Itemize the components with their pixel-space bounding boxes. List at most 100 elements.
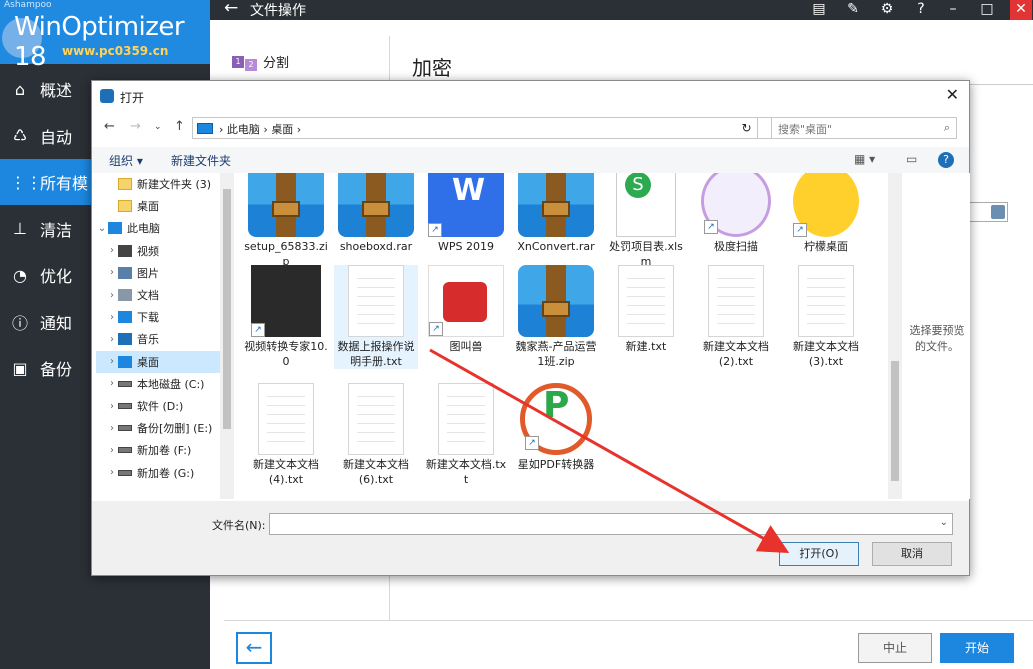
file-item[interactable]: 新建.txt	[604, 265, 688, 354]
file-item[interactable]: P ↗ 星如PDF转换器	[514, 383, 598, 472]
file-item[interactable]: XnConvert.rar	[514, 173, 598, 254]
tree-item[interactable]: › 音乐	[96, 328, 228, 350]
file-item[interactable]: 魏家燕-产品运营1班.zip	[514, 265, 598, 369]
file-scroll-thumb[interactable]	[891, 361, 899, 481]
file-name: 魏家燕-产品运营1班.zip	[515, 340, 597, 368]
back-arrow-icon[interactable]: ←	[224, 0, 238, 18]
preview-pane-icon[interactable]: ▭	[906, 152, 917, 166]
archive-file-icon	[338, 173, 414, 237]
chevron-right-icon[interactable]: ›	[106, 467, 118, 478]
home-icon: ⌂	[14, 79, 26, 99]
search-icon[interactable]: ⌕	[944, 121, 950, 135]
file-item[interactable]: 新建文本文档(3).txt	[784, 265, 868, 369]
module-item-split[interactable]: 1 2 分割	[232, 52, 289, 71]
chevron-right-icon[interactable]: ›	[106, 334, 118, 345]
browse-icon[interactable]	[991, 205, 1005, 219]
tree-item[interactable]: › 新加卷 (G:)	[96, 462, 228, 484]
address-bar[interactable]: › 此电脑 › 桌面 › ⌄	[192, 117, 829, 139]
sidebar-item-label: 备份	[40, 360, 73, 379]
file-item[interactable]: 数据上报操作说明手册.txt	[334, 265, 418, 369]
page-title: 文件操作	[250, 3, 306, 19]
file-item[interactable]: ↗ 图叫兽	[424, 265, 508, 354]
breadcrumb-this-pc[interactable]: 此电脑	[227, 123, 260, 136]
tree-item[interactable]: › 图片	[96, 262, 228, 284]
tree-item[interactable]: › 本地磁盘 (C:)	[96, 373, 228, 395]
organize-button[interactable]: 组织 ▾	[109, 152, 143, 169]
file-item[interactable]: 新建文本文档(2).txt	[694, 265, 778, 369]
start-button[interactable]: 开始	[940, 633, 1014, 663]
wolf-file-icon: ↗	[701, 173, 771, 237]
file-name: 星如PDF转换器	[517, 458, 595, 471]
chevron-right-icon[interactable]: ›	[106, 356, 118, 367]
chevron-right-icon[interactable]: ›	[106, 423, 118, 434]
file-item[interactable]: W ↗ WPS 2019	[424, 173, 508, 254]
tree-item[interactable]: › 桌面	[96, 350, 228, 373]
filename-input[interactable]: ⌄	[269, 513, 953, 535]
main-title: 加密	[412, 56, 452, 80]
recent-dropdown-icon[interactable]: ⌄	[154, 122, 162, 132]
tree-item[interactable]: › 视频	[96, 240, 228, 262]
minimize-icon[interactable]: –	[942, 0, 964, 20]
back-button[interactable]: ←	[236, 632, 272, 664]
file-item[interactable]: 新建文本文档(4).txt	[244, 383, 328, 487]
file-item[interactable]: 新建文本文档(6).txt	[334, 383, 418, 487]
chat-icon[interactable]: ▤	[808, 0, 830, 20]
background-file-field[interactable]	[968, 202, 1008, 222]
file-item[interactable]: setup_65833.zip	[244, 173, 328, 269]
breadcrumb-desktop[interactable]: 桌面	[271, 123, 293, 136]
file-item[interactable]: ↗ 极度扫描	[694, 173, 778, 254]
tree-item[interactable]: › 软件 (D:)	[96, 395, 228, 417]
forward-icon[interactable]: →	[130, 119, 141, 134]
drive-icon	[118, 380, 132, 387]
file-scrollbar[interactable]	[888, 173, 902, 499]
chevron-right-icon[interactable]: ›	[106, 401, 118, 412]
chevron-down-icon[interactable]: ⌄	[96, 223, 108, 234]
new-folder-button[interactable]: 新建文件夹	[171, 152, 231, 169]
help-icon[interactable]: ?	[910, 0, 932, 20]
automation-icon: ♺	[12, 126, 28, 145]
note-icon[interactable]: ✎	[842, 0, 864, 20]
tree-item[interactable]: 新建文件夹 (3)	[96, 173, 228, 195]
file-item[interactable]: 新建文本文档.txt	[424, 383, 508, 487]
tree-item[interactable]: › 文档	[96, 284, 228, 306]
split-icon-part: 2	[245, 58, 257, 71]
refresh-icon[interactable]: ↻	[736, 117, 758, 139]
view-options-icon[interactable]: ▦ ▾	[854, 152, 875, 166]
back-icon[interactable]: ←	[104, 119, 115, 134]
file-item[interactable]: shoeboxd.rar	[334, 173, 418, 254]
filename-dropdown-icon[interactable]: ⌄	[940, 517, 948, 528]
tree-item[interactable]: › 新加卷 (F:)	[96, 439, 228, 461]
stop-button[interactable]: 中止	[858, 633, 932, 663]
chevron-right-icon[interactable]: ›	[106, 245, 118, 256]
cancel-button[interactable]: 取消	[872, 542, 952, 566]
gear-icon[interactable]: ⚙	[876, 0, 898, 20]
module-item-label: 分割	[263, 56, 290, 71]
shortcut-arrow-icon: ↗	[704, 220, 718, 234]
dialog-toolbar: 组织 ▾ 新建文件夹 ▦ ▾ ▭ ?	[92, 147, 969, 173]
tree-scroll-thumb[interactable]	[223, 189, 231, 429]
tree-item[interactable]: › 备份[勿删] (E:)	[96, 417, 228, 439]
search-input[interactable]: 搜索"桌面" ⌕	[771, 117, 957, 139]
tree-item[interactable]: › 下载	[96, 306, 228, 328]
file-item[interactable]: ↗ 视频转换专家10.0	[244, 265, 328, 369]
chevron-right-icon[interactable]: ›	[106, 267, 118, 278]
chevron-right-icon[interactable]: ›	[106, 445, 118, 456]
tree-scrollbar[interactable]	[220, 173, 234, 499]
maximize-icon[interactable]: □	[976, 0, 998, 20]
tree-item[interactable]: ⌄ 此电脑	[96, 217, 228, 239]
close-icon[interactable]: ✕	[946, 85, 959, 104]
chevron-right-icon[interactable]: ›	[106, 290, 118, 301]
open-button[interactable]: 打开(O)	[779, 542, 859, 566]
pc-icon	[108, 222, 122, 235]
chevron-right-icon[interactable]: ›	[106, 378, 118, 389]
file-name: 极度扫描	[714, 240, 758, 253]
file-item[interactable]: ↗ 柠檬桌面	[784, 173, 868, 254]
tree-item[interactable]: 桌面	[96, 195, 228, 217]
doc-file-icon	[258, 383, 314, 455]
up-icon[interactable]: ↑	[174, 119, 185, 134]
help-icon[interactable]: ?	[938, 152, 954, 168]
chevron-right-icon[interactable]: ›	[106, 312, 118, 323]
file-item[interactable]: S 处罚项目表.xlsm	[604, 173, 688, 269]
file-name: 新建文本文档(2).txt	[703, 340, 769, 368]
close-window-icon[interactable]: ✕	[1010, 0, 1032, 20]
